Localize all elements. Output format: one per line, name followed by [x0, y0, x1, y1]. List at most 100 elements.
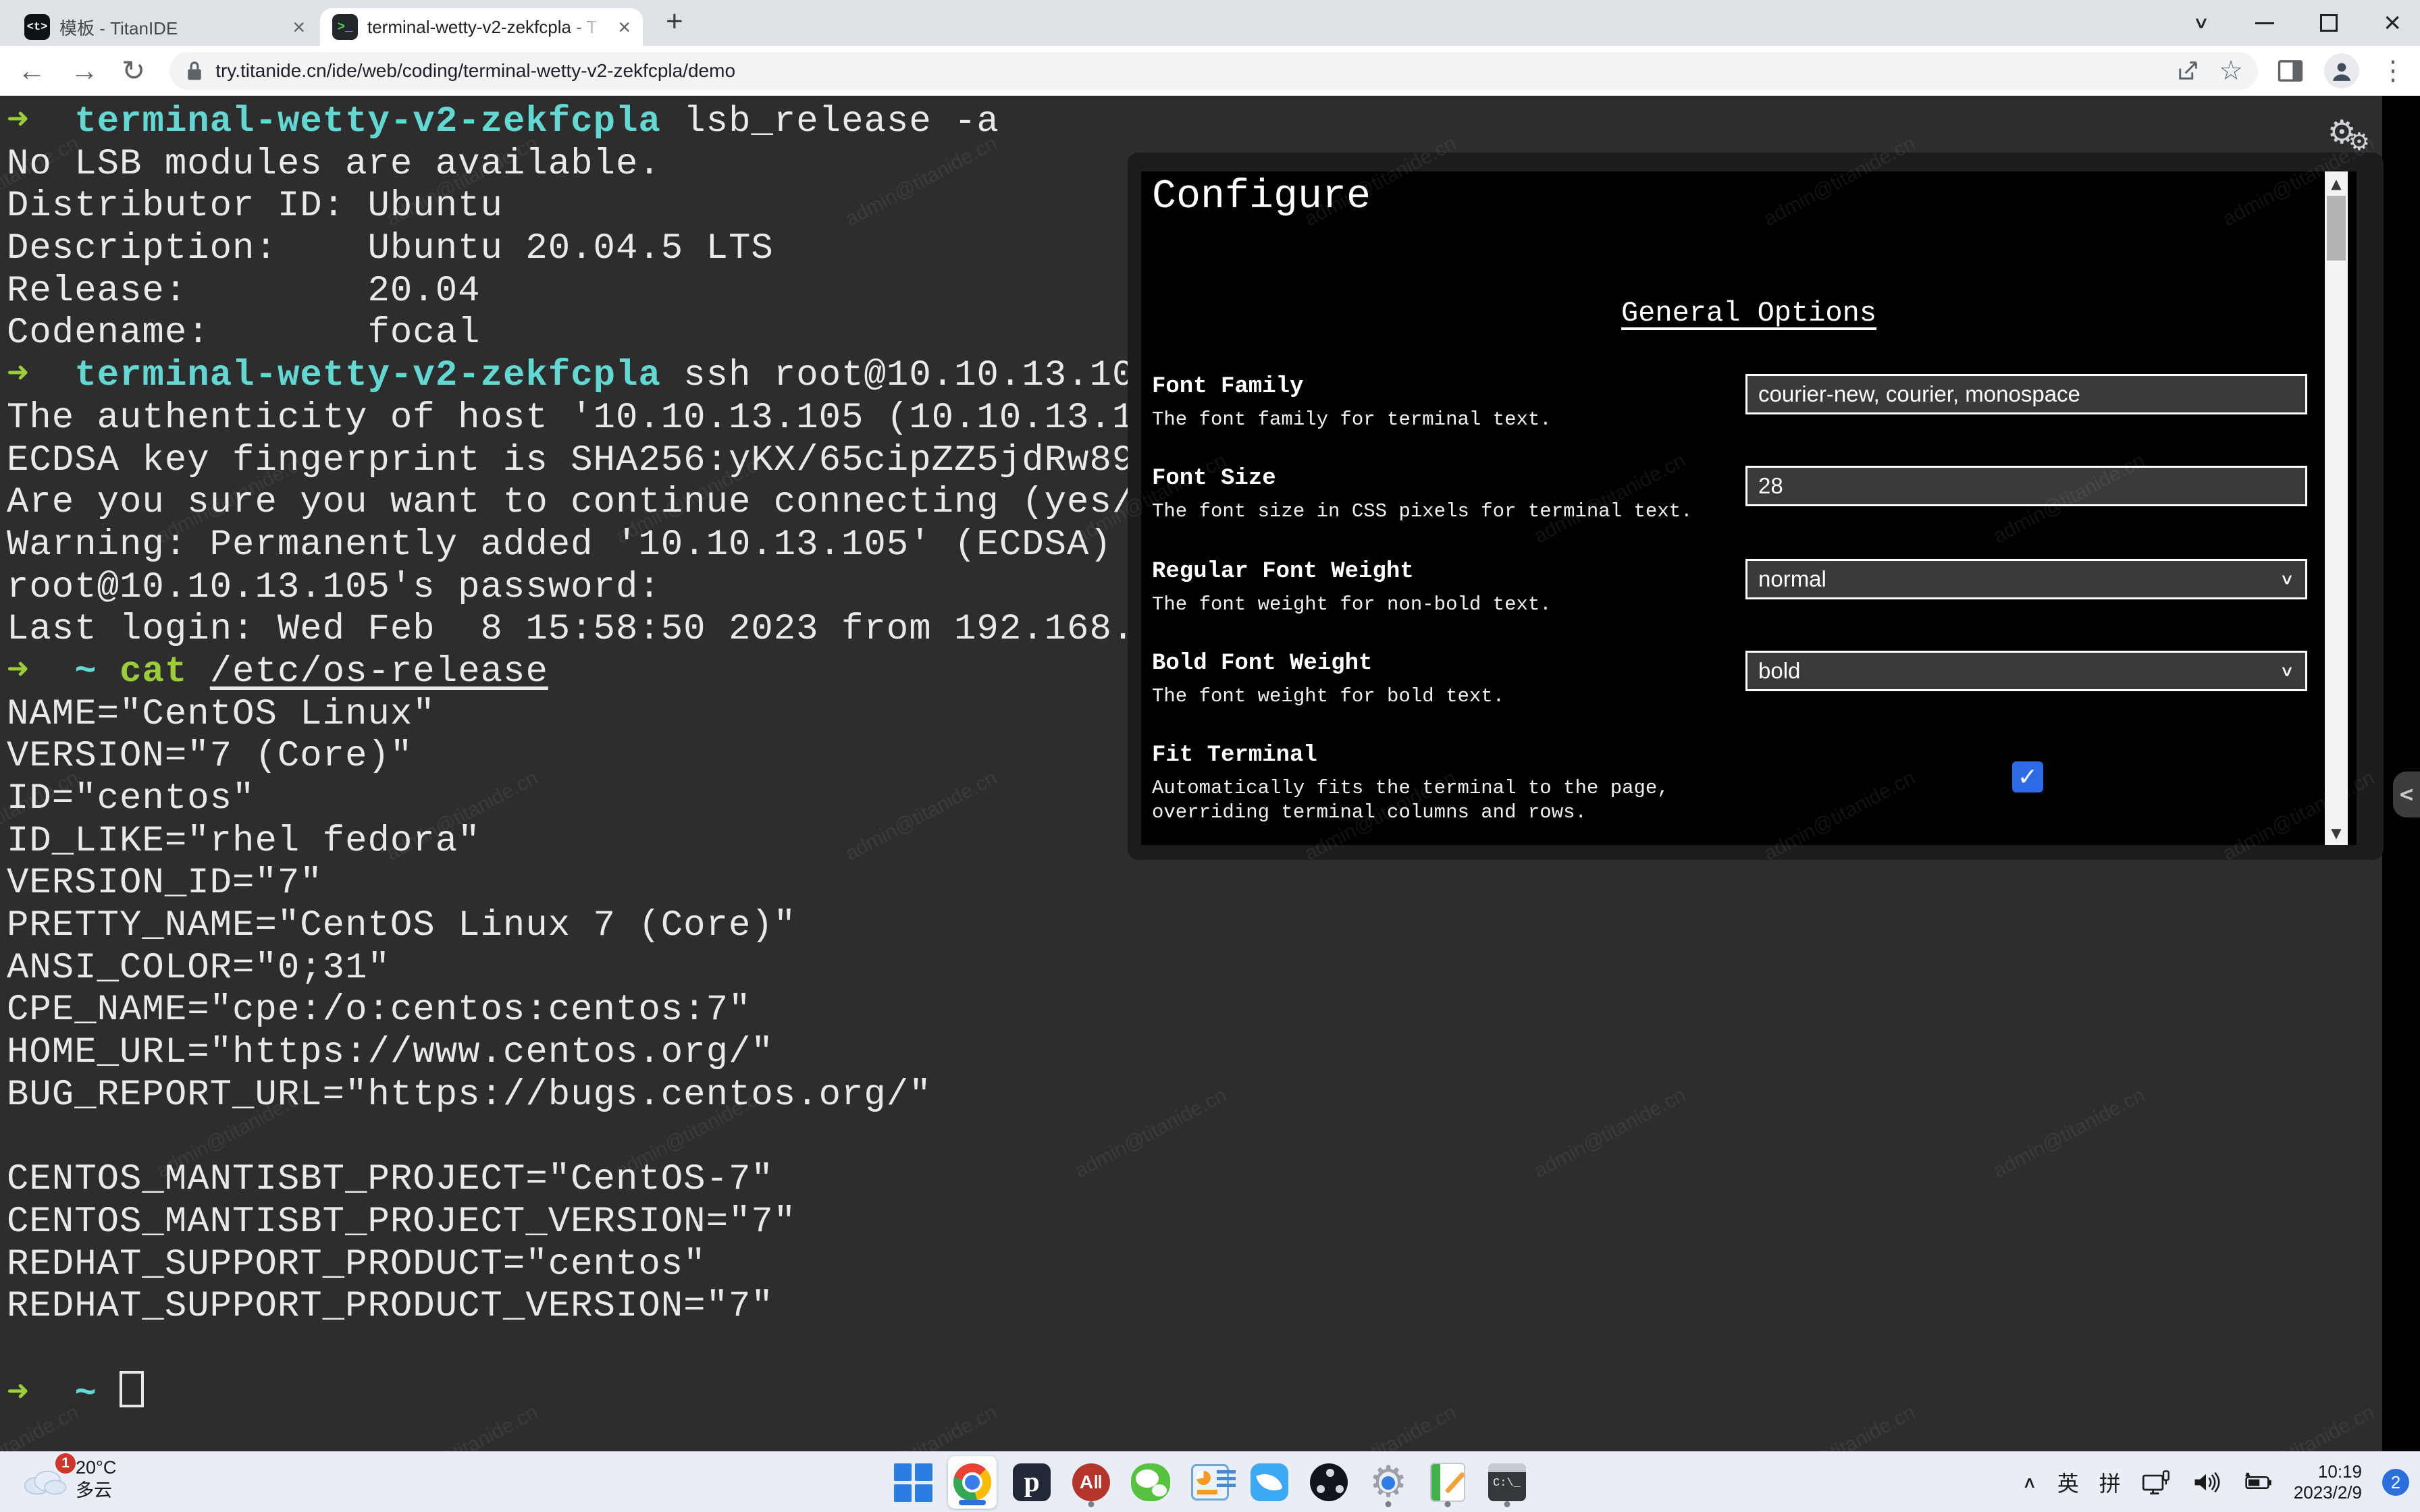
terminal-line: The authenticity of host '10.10.13.105 (…: [7, 398, 1134, 440]
share-icon[interactable]: [2176, 59, 2200, 83]
running-dot: [1445, 1501, 1451, 1507]
tab-terminal-wetty[interactable]: >_ terminal-wetty-v2-zekfcpla - T ×: [320, 8, 643, 46]
person-icon: [2330, 59, 2353, 82]
close-window-button[interactable]: ×: [2384, 8, 2401, 38]
address-bar[interactable]: try.titanide.cn/ide/web/coding/terminal-…: [169, 52, 2258, 90]
taskbar-p-app[interactable]: p: [1007, 1456, 1056, 1509]
forward-button[interactable]: →: [70, 57, 99, 85]
taskbar-dingtalk[interactable]: [1245, 1456, 1294, 1509]
maximize-button[interactable]: [2320, 14, 2338, 32]
scrollbar-thumb[interactable]: [2327, 196, 2346, 261]
taskbar-wechat[interactable]: [1126, 1456, 1175, 1509]
terminal-line: CENTOS_MANTISBT_PROJECT_VERSION="7": [7, 1202, 1134, 1244]
chrome-icon: [953, 1463, 991, 1501]
watermark: admin@titanide.cn: [1760, 1401, 1920, 1451]
back-button[interactable]: ←: [18, 57, 46, 85]
terminal-line: HOME_URL="https://www.centos.org/": [7, 1032, 1134, 1075]
terminal-line: CENTOS_MANTISBT_PROJECT="CentOS-7": [7, 1159, 1134, 1202]
scroll-down-icon[interactable]: ▼: [2325, 825, 2348, 841]
speaker-icon[interactable]: [2191, 1469, 2221, 1496]
terminal-line: Last login: Wed Feb 8 15:58:50 2023 from…: [7, 609, 1134, 651]
chevron-down-icon: ∨: [2280, 570, 2294, 588]
terminal-line: Description: Ubuntu 20.04.5 LTS: [7, 228, 1134, 271]
taskbar-apps: p A‖ ⚙: [889, 1452, 1531, 1512]
terminal-line: [7, 1328, 1134, 1371]
tab-close-icon[interactable]: ×: [618, 16, 631, 38]
tray-chevron-up-icon[interactable]: ∧: [2022, 1473, 2037, 1492]
settings-gears-icon[interactable]: ⚙⚙: [2327, 113, 2378, 151]
scroll-up-icon[interactable]: ▲: [2325, 176, 2348, 192]
taskbar-clock[interactable]: 10:19 2023/2/9: [2294, 1461, 2362, 1503]
battery-charging-icon[interactable]: [2241, 1469, 2273, 1496]
watermark: admin@titanide.cn: [1301, 1401, 1461, 1451]
terminal-line: ID_LIKE="rhel fedora": [7, 821, 1134, 863]
option-bold-font-weight: Bold Font Weight The font weight for bol…: [1152, 651, 1733, 709]
dashboard-app-icon: [1191, 1464, 1229, 1501]
weather-badge: 1: [55, 1453, 76, 1474]
terminal-line: REDHAT_SUPPORT_PRODUCT="centos": [7, 1244, 1134, 1287]
bold-font-weight-select[interactable]: bold ∨: [1745, 651, 2307, 691]
chevron-left-icon: <: [2400, 781, 2413, 808]
screen: <t> 模板 - TitanIDE × >_ terminal-wetty-v2…: [0, 0, 2420, 1512]
display-cast-icon[interactable]: [2141, 1469, 2171, 1496]
watermark: admin@titanide.cn: [1990, 1084, 2149, 1183]
option-font-family: Font Family The font family for terminal…: [1152, 374, 1733, 432]
terminal-line: Codename: focal: [7, 313, 1134, 355]
taskbar: 1 20°C 多云 p A‖: [0, 1451, 2420, 1512]
terminal-line: ID="centos": [7, 778, 1134, 821]
fit-terminal-checkbox[interactable]: ✓: [2012, 761, 2043, 792]
notification-badge[interactable]: 2: [2382, 1469, 2409, 1496]
wechat-icon: [1131, 1463, 1170, 1501]
side-panel-handle[interactable]: <: [2393, 772, 2420, 817]
terminal-line: Warning: Permanently added '10.10.13.105…: [7, 524, 1134, 567]
dialog-scrollbar[interactable]: ▲ ▼: [2325, 171, 2348, 845]
taskbar-chrome[interactable]: [948, 1456, 997, 1509]
terminal-line: VERSION="7 (Core)": [7, 736, 1134, 778]
terminal-line: BUG_REPORT_URL="https://bugs.centos.org/…: [7, 1075, 1134, 1117]
taskbar-red-app[interactable]: A‖: [1067, 1456, 1115, 1509]
terminal-page: ➜ terminal-wetty-v2-zekfcpla lsb_release…: [0, 96, 2420, 1451]
reload-button[interactable]: ↻: [122, 57, 145, 85]
url-text[interactable]: try.titanide.cn/ide/web/coding/terminal-…: [215, 60, 2157, 82]
terminal-line: VERSION_ID="7": [7, 863, 1134, 905]
terminal-line: Distributor ID: Ubuntu: [7, 186, 1134, 228]
tab-titanide[interactable]: <t> 模板 - TitanIDE ×: [12, 8, 317, 46]
terminal-line: ANSI_COLOR="0;31": [7, 948, 1134, 990]
ime-mode[interactable]: 拼: [2099, 1467, 2121, 1498]
taskbar-docs-app[interactable]: [1186, 1456, 1234, 1509]
profile-avatar[interactable]: [2324, 53, 2359, 88]
new-tab-button[interactable]: +: [666, 7, 683, 36]
tab-title: 模板 - TitanIDE: [59, 15, 286, 40]
browser-tabbar: <t> 模板 - TitanIDE × >_ terminal-wetty-v2…: [0, 0, 2420, 46]
check-icon: ✓: [2018, 763, 2038, 791]
window-controls: ∨ ×: [2192, 0, 2401, 46]
minimize-button[interactable]: [2255, 22, 2274, 24]
font-family-input[interactable]: courier-new, courier, monospace: [1745, 374, 2307, 414]
terminal-line: ➜ ~ cat /etc/os-release: [7, 651, 1134, 694]
regular-font-weight-select[interactable]: normal ∨: [1745, 559, 2307, 599]
dingtalk-icon: [1251, 1463, 1288, 1501]
terminal-favicon-icon: >_: [332, 14, 358, 40]
tab-search-icon[interactable]: ∨: [2192, 14, 2209, 32]
taskbar-obs[interactable]: [1305, 1456, 1353, 1509]
option-regular-font-weight: Regular Font Weight The font weight for …: [1152, 559, 1733, 617]
side-panel-icon[interactable]: [2277, 59, 2304, 82]
weather-temp: 20°C: [76, 1456, 116, 1479]
font-size-input[interactable]: 28: [1745, 466, 2307, 506]
active-app-indicator: [959, 1500, 986, 1505]
taskbar-notepad[interactable]: [1423, 1456, 1472, 1509]
terminal-screen[interactable]: ➜ terminal-wetty-v2-zekfcpla lsb_release…: [7, 101, 1134, 1413]
taskbar-windows-start[interactable]: [889, 1456, 937, 1509]
browser-menu-icon[interactable]: ⋮: [2379, 57, 2406, 84]
bookmark-star-icon[interactable]: ☆: [2219, 57, 2243, 84]
ime-language[interactable]: 英: [2057, 1467, 2079, 1498]
taskbar-terminal[interactable]: C:\_: [1483, 1456, 1531, 1509]
tab-close-icon[interactable]: ×: [292, 16, 305, 38]
taskbar-settings[interactable]: ⚙: [1364, 1456, 1413, 1509]
terminal-cursor: [120, 1371, 144, 1407]
weather-widget[interactable]: 1 20°C 多云: [20, 1456, 116, 1502]
chevron-down-icon: ∨: [2280, 662, 2294, 680]
notepad-icon: [1430, 1463, 1465, 1502]
terminal-line: root@10.10.13.105's password:: [7, 567, 1134, 610]
terminal-line: CPE_NAME="cpe:/o:centos:centos:7": [7, 990, 1134, 1032]
